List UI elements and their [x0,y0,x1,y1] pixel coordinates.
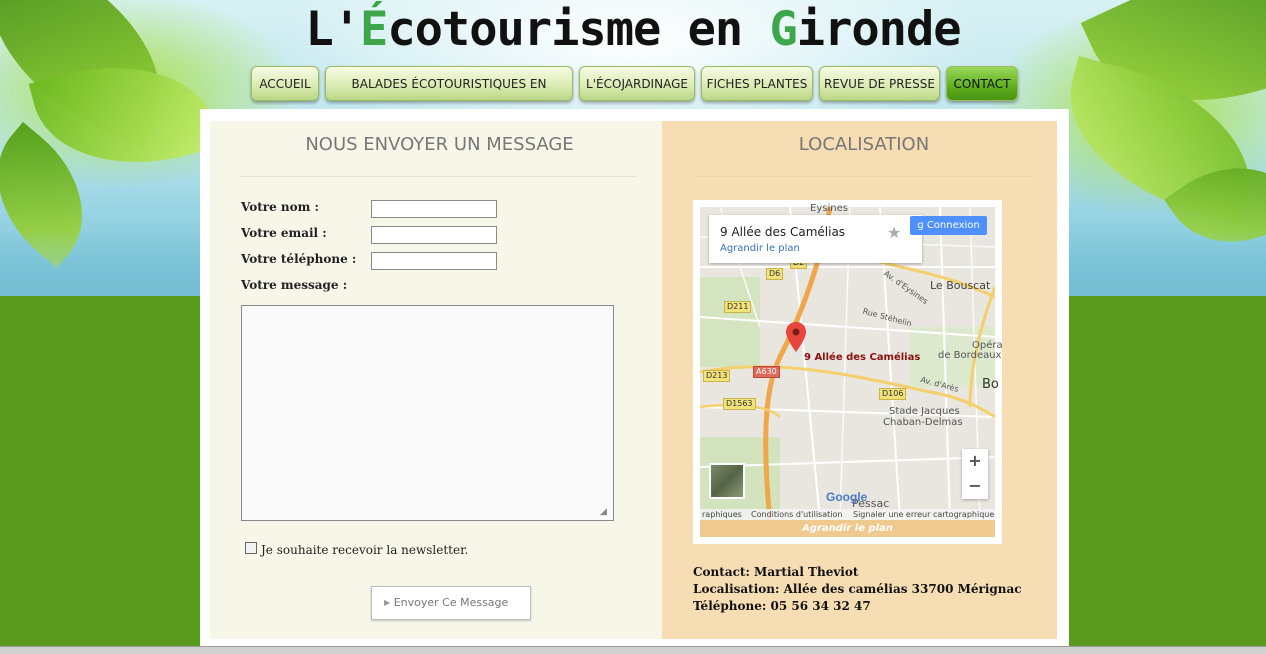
title-part: cotourisme en [387,2,770,57]
map-label: Stade Jacques [889,406,960,417]
nav-item-accueil[interactable]: ACCUEIL [251,66,319,101]
email-input[interactable] [371,226,497,244]
name-input[interactable] [371,200,497,218]
google-plus-icon: g [917,220,927,231]
location-title: LOCALISATION [798,134,930,155]
contact-address: Localisation: Allée des camélias 33700 M… [693,582,1022,596]
nav-item-fiches-plantes[interactable]: FICHES PLANTES [701,66,813,101]
map-label: de Bordeaux [938,350,1002,361]
title-part: L' [305,2,361,57]
site-title[interactable]: L'Écotourisme en Gironde [0,2,1266,57]
google-logo: Google [826,490,868,504]
nav-item-contact[interactable]: CONTACT [946,66,1018,101]
newsletter-checkbox[interactable] [245,542,257,554]
zoom-in-button[interactable]: + [962,449,988,473]
map-label: Chaban-Delmas [883,417,963,428]
contact-name: Contact: Martial Theviot [693,565,859,579]
submit-label: Envoyer Ce Message [393,596,509,609]
name-label: Votre nom : [241,200,319,214]
map-label: Bo [982,377,999,392]
nav-item-revue-de-presse[interactable]: REVUE DE PRESSE [819,66,940,101]
resize-handle-icon[interactable]: ◢ [600,507,610,517]
title-part: G [769,2,797,57]
map-footer-data: raphiques [702,510,742,519]
divider [241,176,637,177]
title-part: ironde [796,2,962,57]
map-label: Eysines [810,203,848,214]
form-title: NOUS ENVOYER UN MESSAGE [305,134,574,155]
divider [693,176,1033,177]
phone-input[interactable] [371,252,497,270]
road-label: A630 [753,366,780,378]
map-place-name: 9 Allée des Camélias [720,225,846,239]
road-label: D211 [724,301,752,313]
map-terms-link[interactable]: Conditions d'utilisation [751,509,842,520]
nav-item-balades[interactable]: BALADES ÉCOTOURISTIQUES EN GIRONDE [325,66,573,126]
contact-phone: Téléphone: 05 56 34 32 47 [693,599,871,613]
arrow-right-icon: ▶ [384,598,391,607]
road-label: D6 [766,268,784,280]
road-label: D1563 [723,398,756,410]
connexion-label: Connexion [926,220,980,231]
phone-label: Votre téléphone : [241,252,357,266]
road-label: D213 [703,370,731,382]
road-label: D106 [879,388,907,400]
nav-item-ecojardinage[interactable]: L'ÉCOJARDINAGE [579,66,695,101]
submit-button[interactable]: ▶ Envoyer Ce Message [371,586,531,620]
star-icon[interactable]: ★ [887,223,901,242]
newsletter-label: Je souhaite recevoir la newsletter. [261,543,469,557]
google-connexion-button[interactable]: g Connexion [910,216,987,235]
message-label: Votre message : [241,278,348,292]
email-label: Votre email : [241,226,327,240]
satellite-view-button[interactable] [709,463,745,499]
marker-label: 9 Allée des Camélias [804,352,921,363]
map-report-link[interactable]: Signaler une erreur cartographique [853,509,994,520]
map-enlarge-bar-link[interactable]: Agrandir le plan [700,520,995,537]
map-marker-icon[interactable] [786,322,806,360]
map-label: Le Bouscat [930,279,991,292]
map-enlarge-link[interactable]: Agrandir le plan [720,243,800,254]
zoom-out-button[interactable]: − [962,474,988,498]
map-footer: raphiques Conditions d'utilisation Signa… [700,509,995,520]
message-textarea[interactable] [241,305,614,521]
main-nav: ACCUEIL BALADES ÉCOTOURISTIQUES EN GIRON… [0,66,1266,126]
title-part: É [360,2,388,57]
